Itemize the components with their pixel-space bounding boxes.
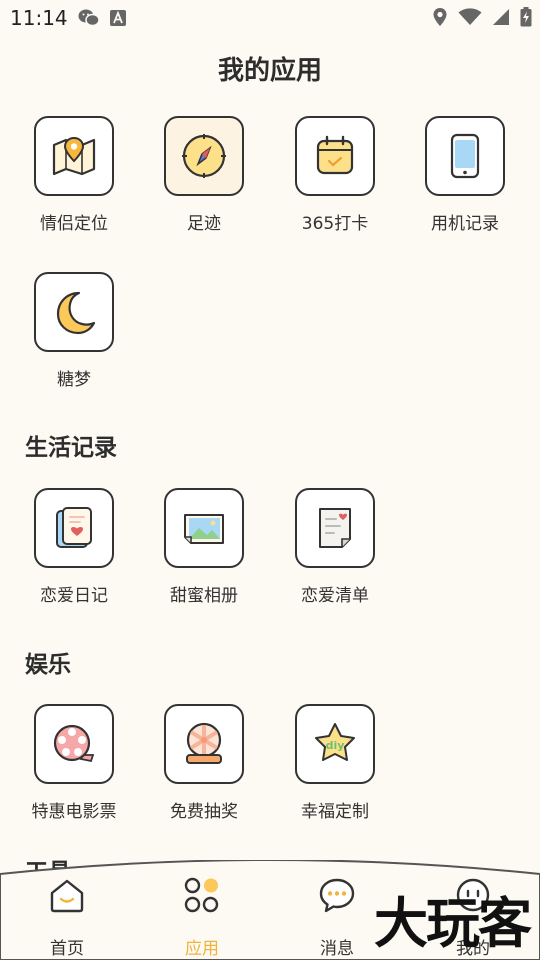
signal-icon (492, 8, 510, 30)
app-sweet-album[interactable]: 甜蜜相册 (144, 488, 264, 608)
section-title-entertainment: 娱乐 (25, 652, 71, 678)
app-sweet-dream[interactable]: 糖梦 (14, 272, 134, 392)
diary-icon (34, 488, 114, 568)
svg-text:diy: diy (326, 739, 345, 752)
status-bar: 11:14 (0, 0, 540, 36)
calendar-check-icon (295, 116, 375, 196)
nav-home[interactable]: 首页 (12, 876, 122, 959)
app-label: 用机记录 (431, 214, 499, 234)
app-happy-custom[interactable]: diy 幸福定制 (275, 704, 395, 824)
page-title: 我的应用 (217, 56, 322, 86)
app-label: 365打卡 (301, 214, 369, 234)
lottery-ball-icon (164, 704, 244, 784)
app-discount-movie[interactable]: 特惠电影票 (14, 704, 134, 824)
app-label: 情侣定位 (40, 214, 108, 234)
map-pin-icon (34, 116, 114, 196)
app-couple-location[interactable]: 情侣定位 (14, 116, 134, 236)
app-label: 幸福定制 (301, 802, 369, 822)
apps-icon (183, 876, 221, 914)
nav-apps[interactable]: 应用 (147, 876, 257, 959)
message-icon (318, 876, 356, 914)
app-label: 甜蜜相册 (170, 586, 238, 606)
status-time: 11:14 (10, 6, 68, 30)
app-phone-usage[interactable]: 用机记录 (405, 116, 525, 236)
watermark: 大玩客 (374, 891, 532, 955)
photo-album-icon (164, 488, 244, 568)
app-label: 恋爱日记 (40, 586, 108, 606)
app-label: 特惠电影票 (31, 802, 117, 822)
diy-star-icon: diy (295, 704, 375, 784)
wechat-icon (78, 8, 100, 32)
wifi-icon (458, 8, 482, 30)
app-label: 免费抽奖 (170, 802, 238, 822)
home-icon (48, 876, 86, 914)
app-label: 恋爱清单 (301, 586, 369, 606)
battery-charging-icon (520, 7, 532, 31)
app-365-checkin[interactable]: 365打卡 (275, 116, 395, 236)
app-free-lottery[interactable]: 免费抽奖 (144, 704, 264, 824)
moon-icon (34, 272, 114, 352)
app-label: 糖梦 (57, 370, 91, 390)
checklist-icon (295, 488, 375, 568)
app-label: 足迹 (187, 214, 221, 234)
app-love-list[interactable]: 恋爱清单 (275, 488, 395, 608)
compass-icon (164, 116, 244, 196)
nav-label: 应用 (185, 939, 219, 959)
app-love-diary[interactable]: 恋爱日记 (14, 488, 134, 608)
section-title-life: 生活记录 (25, 435, 117, 461)
app-footprints[interactable]: 足迹 (144, 116, 264, 236)
nav-label: 首页 (50, 939, 84, 959)
a-badge-icon (110, 10, 126, 30)
film-reel-icon (34, 704, 114, 784)
phone-icon (425, 116, 505, 196)
location-icon (432, 7, 448, 31)
